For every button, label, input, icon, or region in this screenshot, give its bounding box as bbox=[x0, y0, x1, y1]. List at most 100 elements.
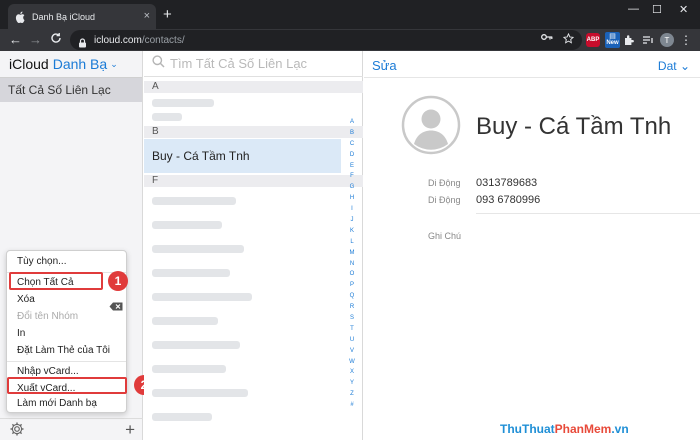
index-letter[interactable]: J bbox=[346, 215, 358, 226]
index-letter[interactable]: F bbox=[346, 171, 358, 182]
share-label: Dat bbox=[657, 59, 677, 73]
url-host: icloud.com bbox=[94, 34, 142, 46]
index-letter[interactable]: H bbox=[346, 193, 358, 204]
divider bbox=[476, 213, 700, 214]
index-letter[interactable]: A bbox=[346, 117, 358, 128]
export-vcard-highlight bbox=[7, 377, 127, 394]
phone-label: Di Động bbox=[428, 195, 461, 205]
watermark-part: ThuThuat bbox=[500, 422, 555, 436]
new-badge-label: New bbox=[606, 40, 619, 46]
address-bar[interactable]: icloud.com /contacts/ bbox=[70, 30, 582, 50]
profile-avatar[interactable]: T bbox=[660, 33, 674, 47]
maximize-icon[interactable]: ☐ bbox=[652, 3, 662, 16]
index-letter[interactable]: D bbox=[346, 150, 358, 161]
contact-name: Buy - Cá Tầm Tnh bbox=[476, 113, 672, 140]
gear-icon[interactable] bbox=[9, 421, 25, 437]
adblock-icon[interactable]: ABP bbox=[586, 33, 600, 47]
contact-row-redacted[interactable] bbox=[152, 389, 248, 397]
callout-badge-1: 1 bbox=[108, 271, 128, 291]
notes-label: Ghi Chú bbox=[428, 231, 462, 241]
index-letter[interactable]: X bbox=[346, 367, 358, 378]
reading-list-icon[interactable] bbox=[642, 32, 654, 48]
group-all-contacts[interactable]: Tất Cả Số Liên Lạc bbox=[0, 77, 142, 102]
phone-label: Di Động bbox=[428, 178, 461, 188]
contact-row-redacted[interactable] bbox=[152, 317, 218, 325]
url-path: /contacts/ bbox=[141, 34, 185, 46]
share-button[interactable]: Dat ⌄ bbox=[658, 59, 690, 73]
contact-row-redacted[interactable] bbox=[152, 221, 222, 229]
key-icon[interactable] bbox=[541, 33, 553, 47]
contact-row-redacted[interactable] bbox=[152, 413, 212, 421]
section-header: B bbox=[144, 126, 363, 138]
contact-avatar bbox=[401, 95, 461, 155]
menu-item-make-my-card[interactable]: Đặt Làm Thẻ của Tôi bbox=[17, 344, 110, 358]
close-window-icon[interactable]: ✕ bbox=[679, 3, 688, 16]
browser-tab[interactable]: Danh Bạ iCloud × bbox=[8, 4, 156, 29]
index-letter[interactable]: # bbox=[346, 400, 358, 411]
phone-value[interactable]: 093 6780996 bbox=[476, 194, 540, 206]
tab-title: Danh Bạ iCloud bbox=[32, 11, 96, 22]
contact-row-redacted[interactable] bbox=[152, 269, 230, 277]
browser-nav-bar: ← → icloud.com /contacts/ ABP ▤ New T ⋮ bbox=[0, 29, 700, 51]
index-letter[interactable]: L bbox=[346, 237, 358, 248]
browser-menu-icon[interactable]: ⋮ bbox=[680, 32, 692, 48]
index-letter[interactable]: O bbox=[346, 269, 358, 280]
tab-close-icon[interactable]: × bbox=[144, 11, 150, 22]
icloud-brand: iCloud bbox=[9, 56, 49, 72]
menu-item-refresh-contacts[interactable]: Làm mới Danh bạ bbox=[17, 397, 97, 411]
index-letter[interactable]: C bbox=[346, 139, 358, 150]
index-letter[interactable]: S bbox=[346, 313, 358, 324]
contact-row-redacted[interactable] bbox=[152, 341, 240, 349]
index-letter[interactable]: P bbox=[346, 280, 358, 291]
add-contact-button[interactable]: + bbox=[125, 421, 135, 439]
index-letter[interactable]: Y bbox=[346, 378, 358, 389]
reload-icon[interactable] bbox=[50, 32, 62, 48]
index-letter[interactable]: U bbox=[346, 335, 358, 346]
star-icon[interactable] bbox=[562, 32, 575, 47]
index-letter[interactable]: K bbox=[346, 226, 358, 237]
contact-row-redacted[interactable] bbox=[152, 197, 236, 205]
contact-row-redacted[interactable] bbox=[152, 365, 226, 373]
edit-button[interactable]: Sửa bbox=[372, 58, 397, 73]
browser-tab-bar: Danh Bạ iCloud × + — ☐ ✕ bbox=[0, 0, 700, 29]
sidebar-footer: + bbox=[0, 418, 143, 440]
contact-row-redacted[interactable] bbox=[152, 113, 182, 121]
section-header: F bbox=[144, 175, 363, 187]
chevron-down-icon[interactable]: ⌄ bbox=[110, 59, 118, 70]
extensions-puzzle-icon[interactable] bbox=[623, 32, 635, 48]
contact-row-redacted[interactable] bbox=[152, 99, 214, 107]
contact-row-redacted[interactable] bbox=[152, 293, 252, 301]
chevron-down-icon: ⌄ bbox=[676, 59, 690, 73]
index-letter[interactable]: E bbox=[346, 161, 358, 172]
index-letter[interactable]: G bbox=[346, 182, 358, 193]
phone-value[interactable]: 0313789683 bbox=[476, 177, 537, 189]
menu-item-print[interactable]: In bbox=[17, 327, 25, 341]
menu-divider bbox=[7, 361, 126, 362]
forward-icon[interactable]: → bbox=[29, 32, 42, 48]
menu-item-delete[interactable]: Xóa bbox=[17, 293, 35, 307]
contact-row-redacted[interactable] bbox=[152, 245, 244, 253]
section-header: A bbox=[144, 81, 363, 93]
alphabet-index[interactable]: A B C D E F G H I J K L M N O P Q R S T … bbox=[346, 117, 358, 411]
select-all-highlight bbox=[9, 272, 103, 290]
index-letter[interactable]: T bbox=[346, 324, 358, 335]
index-letter[interactable]: N bbox=[346, 259, 358, 270]
index-letter[interactable]: R bbox=[346, 302, 358, 313]
index-letter[interactable]: Z bbox=[346, 389, 358, 400]
watermark-part: PhanMem bbox=[554, 422, 612, 436]
new-tab-button[interactable]: + bbox=[163, 7, 172, 22]
contact-row-selected[interactable]: Buy - Cá Tầm Tnh bbox=[144, 139, 341, 173]
search-field[interactable]: Tìm Tất Cả Số Liên Lạc bbox=[144, 51, 363, 77]
index-letter[interactable]: W bbox=[346, 357, 358, 368]
menu-item-preferences[interactable]: Tùy chọn... bbox=[17, 255, 66, 269]
search-icon bbox=[152, 54, 165, 73]
new-extension-icon[interactable]: ▤ New bbox=[605, 32, 620, 48]
index-letter[interactable]: B bbox=[346, 128, 358, 139]
app-switcher[interactable]: Danh Bạ bbox=[53, 56, 107, 72]
index-letter[interactable]: I bbox=[346, 204, 358, 215]
index-letter[interactable]: V bbox=[346, 346, 358, 357]
back-icon[interactable]: ← bbox=[9, 32, 22, 48]
index-letter[interactable]: M bbox=[346, 248, 358, 259]
minimize-icon[interactable]: — bbox=[628, 3, 639, 15]
index-letter[interactable]: Q bbox=[346, 291, 358, 302]
